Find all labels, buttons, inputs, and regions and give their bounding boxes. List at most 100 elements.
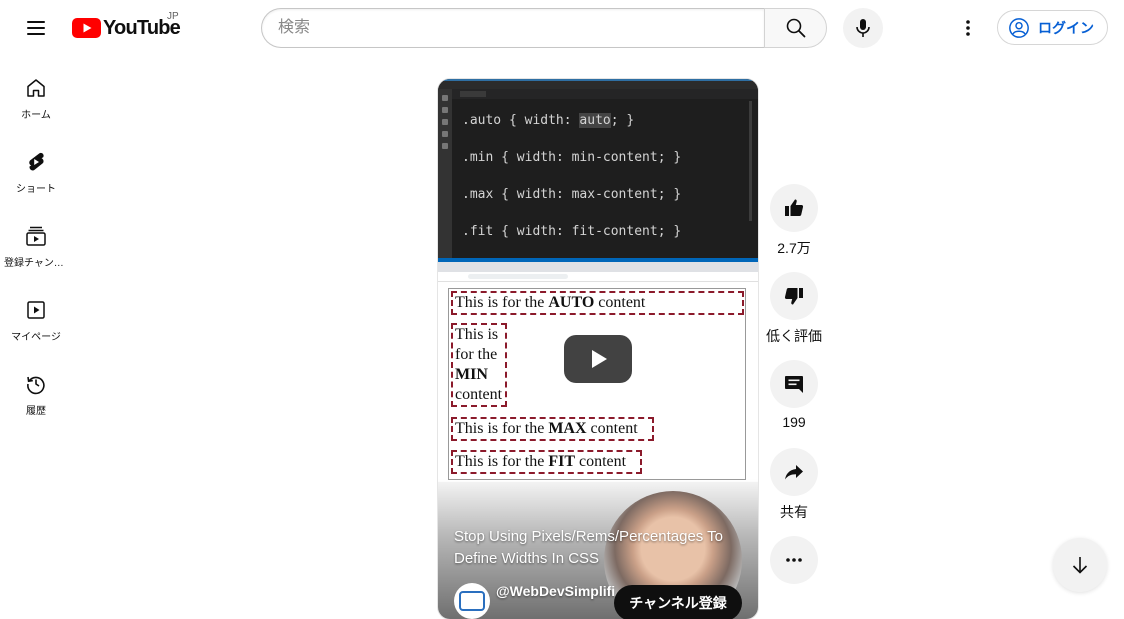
short-video-player[interactable]: .auto { width: auto; } .min { width: min… <box>438 79 758 619</box>
editor-titlebar <box>438 81 758 89</box>
channel-avatar[interactable] <box>454 583 490 619</box>
search-button[interactable] <box>764 8 827 48</box>
share-action[interactable]: 共有 <box>770 448 818 522</box>
home-icon <box>27 79 45 97</box>
css-value: fit-content <box>571 224 658 239</box>
sidebar-item-home[interactable]: ホーム <box>4 56 68 126</box>
comment-button[interactable] <box>770 360 818 408</box>
box-keyword: AUTO <box>548 294 595 311</box>
video-frame-code-editor: .auto { width: auto; } .min { width: min… <box>438 79 758 262</box>
dislike-button[interactable] <box>770 272 818 320</box>
subscribe-button[interactable]: チャンネル登録 <box>614 585 742 619</box>
css-selector: .min <box>462 150 494 165</box>
dislike-label: 低く評価 <box>766 328 822 344</box>
explorer-icon <box>442 95 448 101</box>
arrow-down-icon <box>1072 557 1088 574</box>
search-input[interactable] <box>261 8 764 48</box>
sidebar-item-subscriptions[interactable]: 登録チャンネル <box>4 204 68 274</box>
comment-icon <box>785 376 803 393</box>
sidebar-item-label: ショート <box>16 184 56 195</box>
sidebar-item-label: ホーム <box>21 110 51 121</box>
max-box: This is for the MAX content <box>451 417 654 441</box>
box-text: for the <box>455 346 498 363</box>
more-actions[interactable] <box>770 536 818 584</box>
hamburger-icon-bar <box>27 33 45 35</box>
source-control-icon <box>442 119 448 125</box>
like-action[interactable]: 2.7万 <box>770 184 818 258</box>
microphone-icon <box>856 19 870 37</box>
account-icon <box>1009 17 1029 38</box>
sidebar-item-library[interactable]: マイページ <box>4 278 68 348</box>
sidebar-item-label: 登録チャンネル <box>4 258 68 269</box>
css-value: max-content <box>571 187 658 202</box>
css-property: width <box>524 113 564 128</box>
box-text: This is for the <box>455 453 549 470</box>
debug-icon <box>442 131 448 137</box>
editor-tab <box>460 91 486 97</box>
mini-guide: ホーム ショート 登録チャンネル マイページ 履歴 <box>0 56 72 600</box>
sidebar-item-shorts[interactable]: ショート <box>4 130 68 200</box>
youtube-play-logo-icon <box>72 18 101 38</box>
short-title[interactable]: Stop Using Pixels/Rems/Percentages To De… <box>454 526 754 570</box>
box-keyword: FIT <box>548 453 575 470</box>
voice-search-button[interactable] <box>843 8 883 48</box>
box-text: This is for the <box>455 420 549 437</box>
youtube-logo[interactable]: YouTube <box>72 16 181 40</box>
box-text: content <box>586 420 638 437</box>
more-actions-button[interactable] <box>770 536 818 584</box>
css-selector: .auto <box>462 113 502 128</box>
box-text: content <box>455 386 503 403</box>
extensions-icon <box>442 143 448 149</box>
editor-tabs <box>438 89 758 99</box>
thumbs-up-icon <box>785 199 804 216</box>
settings-more-button[interactable] <box>952 12 984 44</box>
like-count: 2.7万 <box>777 240 811 256</box>
like-button[interactable] <box>770 184 818 232</box>
library-icon <box>27 301 45 319</box>
guide-menu-button[interactable] <box>20 12 52 44</box>
css-property: width <box>516 224 556 239</box>
share-label: 共有 <box>780 504 808 520</box>
css-selector: .max <box>462 187 494 202</box>
box-text: content <box>594 294 646 311</box>
comment-count: 199 <box>782 414 806 430</box>
css-selector: .fit <box>462 224 494 239</box>
share-button[interactable] <box>770 448 818 496</box>
channel-logo-icon <box>459 591 485 611</box>
css-value: auto <box>579 113 611 128</box>
code-line: .auto { width: auto; } <box>462 113 635 128</box>
box-text: This is for the <box>455 294 549 311</box>
play-button[interactable] <box>564 335 632 383</box>
editor-scrollbar <box>749 101 752 221</box>
box-keyword: MIN <box>455 366 488 383</box>
more-horizontal-icon <box>786 558 802 562</box>
subscriptions-icon <box>26 226 46 246</box>
search-icon <box>442 107 448 113</box>
code-line: .fit { width: fit-content; } <box>462 224 682 239</box>
thumbs-down-icon <box>784 288 803 305</box>
auto-box: This is for the AUTO content <box>451 291 744 315</box>
code-line: .max { width: max-content; } <box>462 187 682 202</box>
play-icon <box>592 350 607 368</box>
login-button[interactable]: ログイン <box>997 10 1108 45</box>
address-field <box>468 274 568 279</box>
login-label: ログイン <box>1038 19 1094 36</box>
masthead: YouTube JP ログイン <box>0 0 1124 56</box>
history-icon <box>27 376 45 395</box>
box-keyword: MAX <box>548 420 587 437</box>
sidebar-item-history[interactable]: 履歴 <box>4 352 68 422</box>
sidebar-item-label: マイページ <box>11 332 61 343</box>
box-text: This is <box>455 326 499 343</box>
css-value: min-content <box>571 150 658 165</box>
browser-tabstrip <box>438 262 758 272</box>
comment-action[interactable]: 199 <box>770 360 818 430</box>
next-short-button[interactable] <box>1053 538 1107 592</box>
editor-activity-bar <box>438 89 452 259</box>
channel-name[interactable]: @WebDevSimplifi <box>496 583 615 599</box>
box-text: content <box>575 453 627 470</box>
code-line: .min { width: min-content; } <box>462 150 682 165</box>
dislike-action[interactable]: 低く評価 <box>766 272 822 346</box>
css-property: width <box>516 150 556 165</box>
more-vertical-icon <box>966 20 970 36</box>
browser-address-bar <box>438 272 758 282</box>
